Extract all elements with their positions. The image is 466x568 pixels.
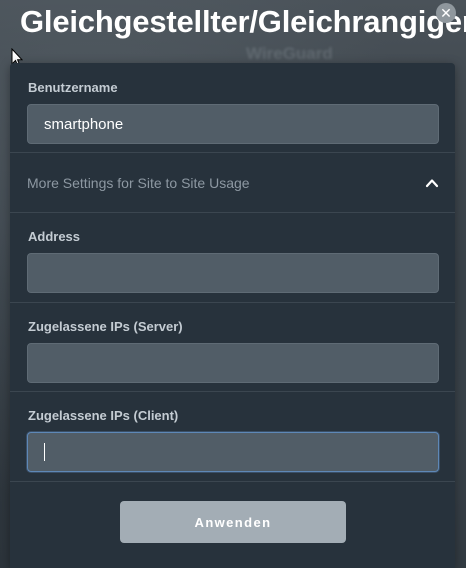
- peer-settings-panel: Benutzername More Settings for Site to S…: [10, 63, 455, 568]
- background-heading: WireGuard: [246, 44, 333, 63]
- dialog-title: Gleichgestellter/Gleichrangiger: [20, 4, 466, 39]
- divider: [10, 302, 455, 303]
- divider: [10, 212, 455, 213]
- allowed-ips-server-group: Zugelassene IPs (Server): [10, 319, 455, 383]
- divider: [10, 391, 455, 392]
- apply-button[interactable]: Anwenden: [120, 501, 346, 543]
- close-icon[interactable]: ✕: [436, 3, 456, 23]
- allowed-ips-client-label: Zugelassene IPs (Client): [28, 408, 179, 423]
- address-input[interactable]: [27, 253, 439, 293]
- allowed-ips-client-input[interactable]: [27, 432, 439, 472]
- username-group: Benutzername: [10, 80, 455, 144]
- chevron-up-icon: [425, 178, 439, 187]
- username-input[interactable]: [27, 104, 439, 144]
- address-group: Address: [10, 229, 455, 293]
- address-label: Address: [28, 229, 81, 244]
- allowed-ips-server-input[interactable]: [27, 343, 439, 383]
- more-settings-toggle[interactable]: More Settings for Site to Site Usage: [10, 153, 455, 212]
- username-label: Benutzername: [28, 80, 118, 95]
- text-caret: [44, 443, 45, 461]
- allowed-ips-client-group: Zugelassene IPs (Client): [10, 408, 455, 472]
- allowed-ips-server-label: Zugelassene IPs (Server): [28, 319, 183, 334]
- divider: [10, 481, 455, 482]
- more-settings-label: More Settings for Site to Site Usage: [27, 174, 250, 191]
